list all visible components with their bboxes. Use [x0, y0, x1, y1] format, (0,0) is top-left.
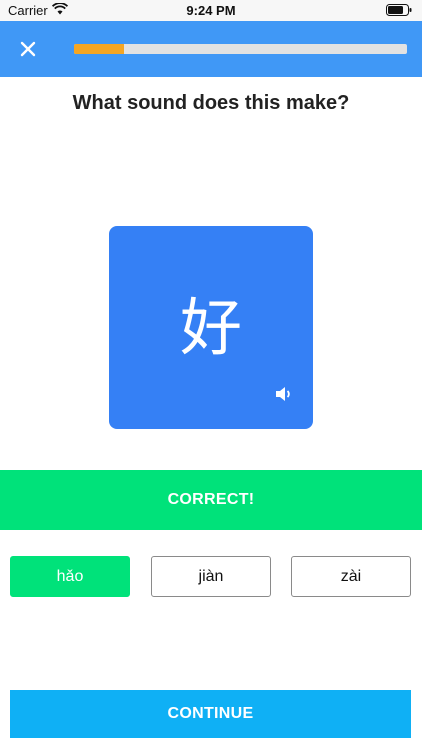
battery-icon: [386, 4, 412, 19]
continue-button[interactable]: CONTINUE: [10, 690, 411, 738]
character-glyph: 好: [179, 291, 242, 364]
feedback-banner: CORRECT!: [0, 470, 422, 530]
character-card: 好: [109, 226, 313, 429]
question-prompt: What sound does this make?: [72, 92, 350, 114]
status-bar: Carrier 9:24 PM: [0, 0, 422, 21]
progress-bar: [74, 44, 407, 54]
answer-option[interactable]: zài: [291, 556, 411, 597]
speaker-icon[interactable]: [275, 386, 293, 407]
close-icon: [20, 41, 36, 57]
answer-option[interactable]: jiàn: [151, 556, 271, 597]
answer-option[interactable]: hǎo: [10, 556, 130, 597]
lesson-header: [0, 21, 422, 77]
answer-options: hǎo jiàn zài: [0, 556, 422, 597]
close-button[interactable]: [14, 35, 42, 63]
status-time: 9:24 PM: [186, 3, 236, 18]
progress-fill: [74, 44, 124, 54]
